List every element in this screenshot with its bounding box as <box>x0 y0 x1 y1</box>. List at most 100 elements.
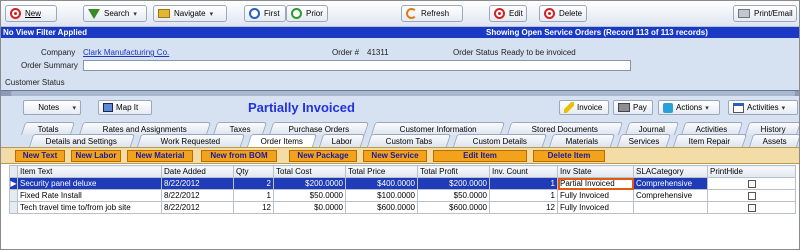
total-profit-cell[interactable]: $200.0000 <box>417 177 490 190</box>
tab-item-repair[interactable]: Item Repair <box>672 134 748 147</box>
tab-details-and-settings[interactable]: Details and Settings <box>28 134 136 147</box>
order-status-value: Ready to be invoiced <box>501 48 576 57</box>
print-hide-checkbox[interactable] <box>747 191 756 200</box>
calendar-icon <box>733 102 744 113</box>
search-label: Search <box>104 9 130 18</box>
row-selector[interactable] <box>9 201 18 214</box>
pay-button[interactable]: Pay <box>613 100 653 115</box>
invoice-button[interactable]: Invoice <box>559 100 609 115</box>
print-hide-cell[interactable] <box>707 177 796 190</box>
inv-count-cell[interactable]: 1 <box>489 189 558 202</box>
search-button[interactable]: Search ▾ <box>83 5 147 22</box>
sla-category-cell[interactable] <box>633 201 708 214</box>
column-header[interactable]: Item Text <box>17 165 162 178</box>
grid-header-row: Item Text Date Added Qty Total Cost Tota… <box>9 165 796 178</box>
tab-custom-tabs[interactable]: Custom Tabs <box>366 134 452 147</box>
column-header[interactable]: PrintHide <box>707 165 796 178</box>
total-price-cell[interactable]: $100.0000 <box>345 189 418 202</box>
table-row[interactable]: ▶ Security panel deluxe 8/22/2012 2 $200… <box>9 177 796 190</box>
tab-labor[interactable]: Labor <box>318 134 366 147</box>
new-text-button[interactable]: New Text <box>15 150 65 162</box>
total-price-cell[interactable]: $600.0000 <box>345 201 418 214</box>
inv-state-cell[interactable]: Fully Invoiced <box>557 189 634 202</box>
sla-category-cell[interactable]: Comprehensive <box>633 189 708 202</box>
prior-button[interactable]: Prior <box>286 5 328 22</box>
column-header[interactable]: SLACategory <box>633 165 708 178</box>
actions-dropdown[interactable]: Actions ▾ <box>658 100 720 115</box>
refresh-icon <box>406 8 417 19</box>
column-header[interactable]: Inv State <box>557 165 634 178</box>
tab-services[interactable]: Services <box>616 134 672 147</box>
qty-cell[interactable]: 2 <box>233 177 274 190</box>
row-selector-icon[interactable]: ▶ <box>9 177 18 190</box>
column-header[interactable]: Total Cost <box>273 165 346 178</box>
first-button[interactable]: First <box>244 5 286 22</box>
print-hide-cell[interactable] <box>707 189 796 202</box>
company-link[interactable]: Clark Manufacturing Co. <box>83 48 169 57</box>
new-labor-button[interactable]: New Labor <box>71 150 121 162</box>
date-added-cell[interactable]: 8/22/2012 <box>161 177 234 190</box>
tab-work-requested[interactable]: Work Requested <box>136 134 246 147</box>
tab-custom-details[interactable]: Custom Details <box>452 134 548 147</box>
new-from-bom-button[interactable]: New from BOM <box>201 150 277 162</box>
total-cost-cell[interactable]: $200.0000 <box>273 177 346 190</box>
edit-label: Edit <box>509 9 523 18</box>
new-package-button[interactable]: New Package <box>289 150 357 162</box>
row-selector[interactable] <box>9 189 18 202</box>
column-header[interactable]: Total Price <box>345 165 418 178</box>
navigate-button[interactable]: Navigate ▾ <box>153 5 227 22</box>
activities-dropdown[interactable]: Activities ▾ <box>728 100 798 115</box>
date-added-cell[interactable]: 8/22/2012 <box>161 189 234 202</box>
column-header[interactable]: Date Added <box>161 165 234 178</box>
actions-icon <box>663 102 673 113</box>
date-added-cell[interactable]: 8/22/2012 <box>161 201 234 214</box>
map-it-button[interactable]: Map It <box>98 100 152 115</box>
inv-count-cell[interactable]: 1 <box>489 177 558 190</box>
item-text-cell[interactable]: Tech travel time to/from job site <box>17 201 162 214</box>
prior-record-icon <box>291 8 302 19</box>
new-material-button[interactable]: New Material <box>127 150 193 162</box>
print-hide-checkbox[interactable] <box>747 203 756 212</box>
print-hide-checkbox[interactable] <box>747 179 756 188</box>
edit-button[interactable]: Edit <box>489 5 527 22</box>
qty-cell[interactable]: 1 <box>233 189 274 202</box>
column-header[interactable]: Inv. Count <box>489 165 558 178</box>
customer-status-label: Customer Status <box>5 78 65 87</box>
total-price-cell[interactable]: $400.0000 <box>345 177 418 190</box>
action-row: Notes ▾ Map It Partially Invoiced Invoic… <box>1 96 799 120</box>
print-hide-cell[interactable] <box>707 201 796 214</box>
total-profit-cell[interactable]: $50.0000 <box>417 189 490 202</box>
total-cost-cell[interactable]: $50.0000 <box>273 189 346 202</box>
refresh-button[interactable]: Refresh <box>401 5 463 22</box>
edit-item-button[interactable]: Edit Item <box>433 150 527 162</box>
item-text-cell[interactable]: Security panel deluxe <box>17 177 162 190</box>
order-summary-field[interactable] <box>83 60 631 71</box>
column-header[interactable]: Total Profit <box>417 165 490 178</box>
tab-order-items[interactable]: Order Items <box>246 134 318 147</box>
delete-button[interactable]: Delete <box>539 5 587 22</box>
new-service-button[interactable]: New Service <box>363 150 427 162</box>
item-text-cell[interactable]: Fixed Rate Install <box>17 189 162 202</box>
table-row[interactable]: Fixed Rate Install 8/22/2012 1 $50.0000 … <box>9 189 796 202</box>
inv-count-cell[interactable]: 12 <box>489 201 558 214</box>
order-state-title: Partially Invoiced <box>248 100 355 115</box>
delete-item-button[interactable]: Delete Item <box>533 150 605 162</box>
total-cost-cell[interactable]: $0.0000 <box>273 201 346 214</box>
inv-state-cell[interactable]: Fully Invoiced <box>557 201 634 214</box>
column-header[interactable]: Qty <box>233 165 274 178</box>
print-email-button[interactable]: Print/Email <box>733 5 797 22</box>
company-label: Company <box>41 48 76 57</box>
tab-assets[interactable]: Assets <box>748 134 799 147</box>
sla-category-cell[interactable]: Comprehensive <box>633 177 708 190</box>
qty-cell[interactable]: 12 <box>233 201 274 214</box>
chevron-down-icon: ▾ <box>209 10 214 18</box>
inv-state-cell[interactable]: Partial Invoiced <box>557 177 634 190</box>
new-button[interactable]: New <box>5 5 57 22</box>
notes-dropdown[interactable]: Notes ▾ <box>23 100 81 115</box>
tab-materials[interactable]: Materials <box>548 134 616 147</box>
lightning-icon <box>564 102 574 113</box>
table-row[interactable]: Tech travel time to/from job site 8/22/2… <box>9 201 796 214</box>
chevron-down-icon: ▾ <box>133 10 137 18</box>
total-profit-cell[interactable]: $600.0000 <box>417 201 490 214</box>
chevron-down-icon: ▾ <box>781 104 786 112</box>
